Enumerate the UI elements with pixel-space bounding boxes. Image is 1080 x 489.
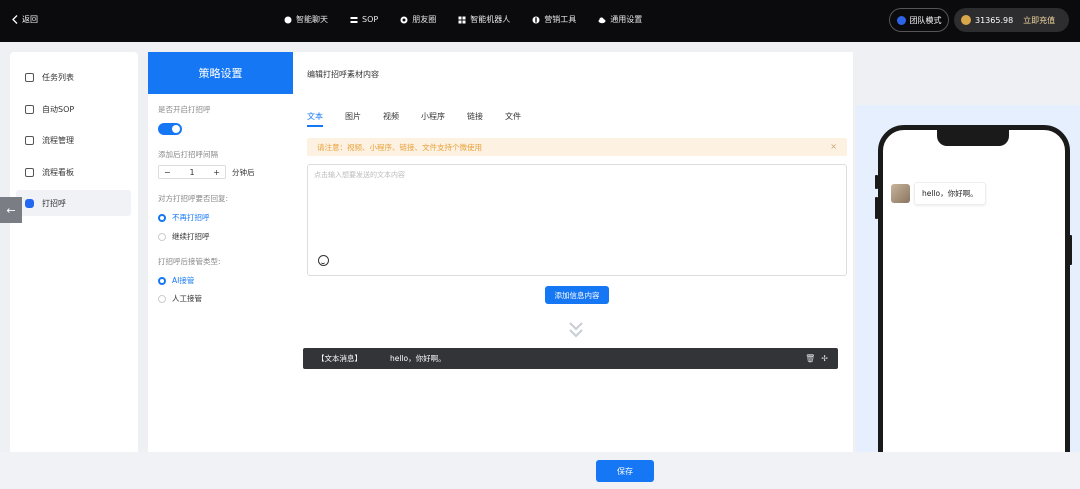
notice-banner: 请注意：视频、小程序、链接、文件支持个微使用 ×: [307, 138, 847, 156]
tab-link[interactable]: 链接: [467, 111, 483, 127]
editor-title: 编辑打招呼素材内容: [307, 70, 379, 79]
robot-icon: [458, 16, 466, 23]
phone-preview: hello，你好啊。: [856, 105, 1080, 485]
sidebar: 任务列表 自动SOP 流程管理 流程看板 打招呼: [10, 52, 138, 480]
coin-icon: [961, 15, 971, 25]
takeover-option-ai[interactable]: AI接管: [158, 275, 194, 286]
back-label: 返回: [22, 15, 38, 24]
team-mode-button[interactable]: 团队模式: [889, 8, 949, 32]
sidebar-item-auto-sop[interactable]: 自动SOP: [16, 96, 131, 122]
flow-icon: [25, 135, 34, 145]
content-type-tabs: 文本 图片 视频 小程序 链接 文件: [307, 111, 543, 127]
strategy-panel: 策略设置 是否开启打招呼 添加后打招呼间隔 − 1 + 分钟后 对方打招呼要否回…: [148, 52, 293, 452]
nav-robot[interactable]: 智能机器人: [458, 14, 510, 25]
nav-marketing[interactable]: 营销工具: [532, 14, 576, 25]
phone-notch: [937, 129, 1009, 146]
balance-widget: 31365.98 立即充值: [954, 8, 1069, 32]
sidebar-item-flow-management[interactable]: 流程管理: [16, 127, 131, 153]
top-bar: 返回 智能聊天 SOP 朋友圈 智能机器人 营销工具 通用设置 团队模式 313…: [0, 0, 1080, 42]
sidebar-item-greeting[interactable]: 打招呼: [16, 190, 131, 216]
interval-unit: 分钟后: [232, 168, 255, 177]
tab-text[interactable]: 文本: [307, 111, 323, 127]
user-icon: [896, 15, 906, 25]
notice-text: 请注意：视频、小程序、链接、文件支持个微使用: [317, 142, 482, 152]
gift-icon: [532, 16, 540, 23]
chat-bubble: hello，你好啊。: [914, 182, 986, 205]
tab-video[interactable]: 视频: [383, 111, 399, 127]
reply-option-continue[interactable]: 继续打招呼: [158, 231, 210, 242]
takeover-label: 打招呼后接管类型:: [158, 257, 221, 266]
footer-bar: [0, 452, 1080, 489]
nav-chat[interactable]: 智能聊天: [284, 14, 328, 25]
emoji-icon[interactable]: [318, 255, 329, 266]
plus-icon[interactable]: +: [213, 168, 220, 177]
editor-panel: 编辑打招呼素材内容 文本 图片 视频 小程序 链接 文件 请注意：视频、小程序、…: [293, 52, 853, 452]
interval-value: 1: [189, 167, 195, 177]
tab-file[interactable]: 文件: [505, 111, 521, 127]
phone-frame: hello，你好啊。: [878, 125, 1070, 485]
message-item[interactable]: 【文本消息】 hello，你好啊。 🗑 ✢: [303, 348, 838, 369]
close-icon[interactable]: ×: [830, 142, 837, 151]
message-textarea[interactable]: 点击输入想要发送的文本内容: [307, 164, 847, 276]
reply-label: 对方打招呼要否回复:: [158, 194, 229, 203]
auto-icon: [25, 104, 34, 114]
interval-stepper[interactable]: − 1 +: [158, 165, 226, 179]
moments-icon: [400, 16, 408, 23]
sidebar-item-task-list[interactable]: 任务列表: [16, 64, 131, 90]
message-type-tag: 【文本消息】: [317, 354, 362, 363]
move-icon[interactable]: ✢: [821, 354, 828, 363]
minus-icon[interactable]: −: [164, 168, 171, 177]
avatar: [891, 184, 910, 203]
delete-icon[interactable]: 🗑: [805, 354, 815, 363]
message-text: hello，你好啊。: [390, 354, 446, 363]
save-button[interactable]: 保存: [596, 460, 654, 482]
chevron-left-icon: [12, 15, 18, 24]
sidebar-item-flow-board[interactable]: 流程看板: [16, 159, 131, 185]
takeover-option-manual[interactable]: 人工接管: [158, 293, 202, 304]
chat-message: hello，你好啊。: [891, 182, 986, 205]
enable-greeting-toggle[interactable]: [158, 123, 182, 135]
strategy-title: 策略设置: [148, 52, 293, 94]
radio-checked-icon: [158, 213, 166, 222]
nav-moments[interactable]: 朋友圈: [400, 14, 436, 25]
interval-label: 添加后打招呼间隔: [158, 150, 218, 159]
radio-unchecked-icon: [158, 232, 166, 241]
board-icon: [25, 167, 34, 177]
tab-image[interactable]: 图片: [345, 111, 361, 127]
radio-unchecked-icon: [158, 294, 166, 303]
balance-value: 31365.98: [975, 15, 1014, 25]
enable-greeting-label: 是否开启打招呼: [158, 105, 211, 114]
textarea-placeholder: 点击输入想要发送的文本内容: [314, 171, 405, 179]
top-nav: 智能聊天 SOP 朋友圈 智能机器人 营销工具 通用设置: [284, 14, 664, 25]
arrow-left-icon: ←: [6, 203, 16, 217]
nav-sop[interactable]: SOP: [350, 14, 378, 25]
reply-option-stop[interactable]: 不再打招呼: [158, 212, 210, 223]
greeting-icon: [25, 198, 34, 208]
back-button[interactable]: 返回: [12, 14, 38, 25]
nav-settings[interactable]: 通用设置: [598, 14, 642, 25]
collapse-sidebar-button[interactable]: ←: [0, 197, 22, 223]
chevron-double-down-icon: [569, 322, 583, 338]
tab-mini-program[interactable]: 小程序: [421, 111, 445, 127]
radio-checked-icon: [158, 276, 166, 285]
list-icon: [25, 72, 34, 82]
chat-icon: [284, 16, 292, 23]
layers-icon: [350, 16, 358, 23]
add-content-button[interactable]: 添加信息内容: [545, 286, 609, 304]
cloud-icon: [598, 17, 606, 23]
recharge-button[interactable]: 立即充值: [1023, 15, 1055, 26]
